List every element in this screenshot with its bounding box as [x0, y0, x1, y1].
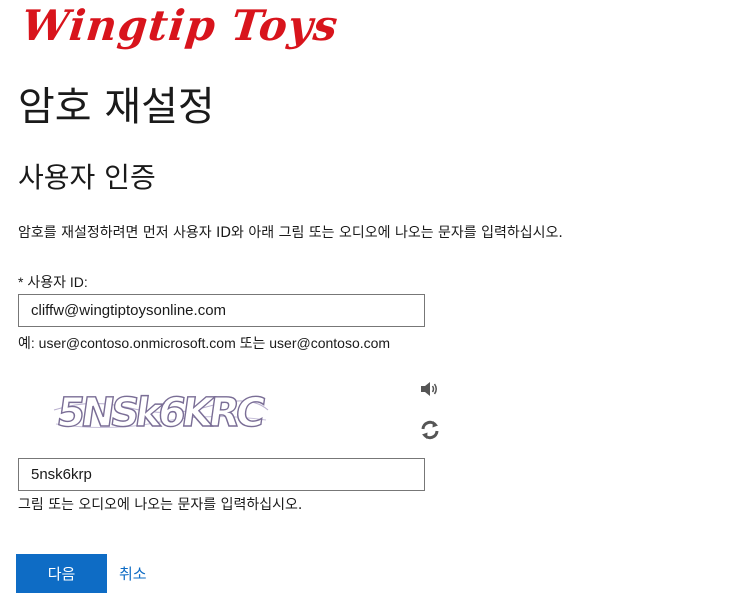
user-id-example: 예: user@contoso.onmicrosoft.com 또는 user@…: [18, 335, 391, 351]
cancel-link[interactable]: 취소: [119, 564, 147, 584]
captcha-text: 5NSk6KRC: [54, 390, 266, 436]
instructions-text: 암호를 재설정하려면 먼저 사용자 ID와 아래 그림 또는 오디오에 나오는 …: [18, 225, 563, 241]
refresh-icon: [421, 420, 439, 440]
refresh-captcha-button[interactable]: [418, 419, 442, 441]
user-id-label: * 사용자 ID:: [18, 274, 88, 290]
page-title: 암호 재설정: [18, 84, 215, 130]
captcha-input[interactable]: [18, 458, 425, 491]
next-button[interactable]: 다음: [16, 554, 107, 593]
audio-captcha-button[interactable]: [418, 378, 442, 400]
speaker-icon: [421, 382, 437, 396]
captcha-image: 5NSk6KRC: [50, 380, 270, 442]
wingtip-toys-logo: Wingtip Toys: [19, 1, 341, 50]
captcha-hint: 그림 또는 오디오에 나오는 문자를 입력하십시오.: [18, 497, 303, 513]
section-title: 사용자 인증: [18, 161, 156, 194]
user-id-input[interactable]: [18, 294, 425, 327]
password-reset-page: Wingtip Toys 암호 재설정 사용자 인증 암호를 재설정하려면 먼저…: [0, 0, 751, 600]
